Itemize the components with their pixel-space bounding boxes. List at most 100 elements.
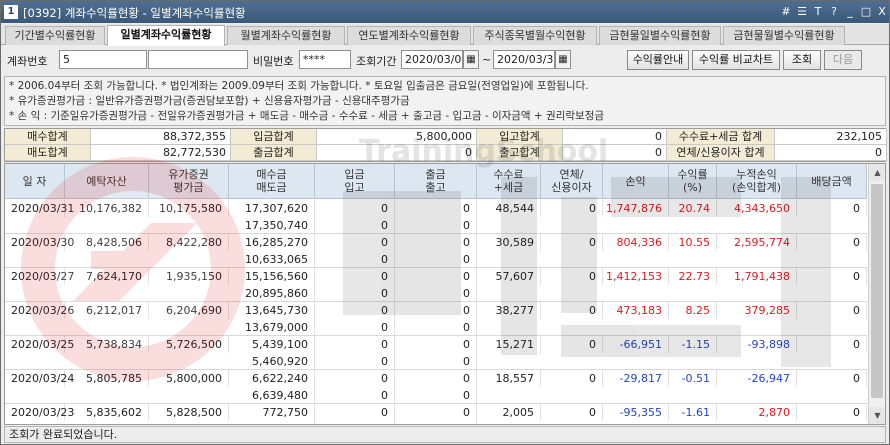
query-button[interactable]: 조회 [783, 50, 821, 70]
tab-period-return[interactable]: 기간별수익률현황 [5, 26, 105, 45]
maximize-icon[interactable]: □ [859, 4, 873, 20]
menu-icon[interactable]: ☰ [795, 4, 809, 20]
cell-sell-amount: 10,633,065 [229, 251, 315, 268]
cell-stock-out: 0 [395, 217, 477, 234]
cell-securities-eval: 1,935,150 [149, 268, 229, 285]
calendar-icon[interactable]: ▦ [463, 50, 479, 69]
tab-daily-account-return[interactable]: 일별계좌수익률현황 [107, 25, 225, 46]
cell-deposit-asset: 5,835,602 [65, 404, 149, 421]
cell-sell-amount: 20,895,860 [229, 285, 315, 302]
col-header-deposit-in[interactable]: 입금 입고 [315, 164, 395, 199]
cell-stock-in: 0 [315, 251, 395, 268]
col-header-return-rate[interactable]: 수익률 (%) [669, 164, 717, 199]
cell-buy-amount: 772,750 [229, 404, 315, 421]
window-title: [0392] 계좌수익률현황 - 일별계좌수익률현황 [23, 6, 246, 20]
cell-stock-out: 0 [395, 251, 477, 268]
text-icon[interactable]: T [811, 4, 825, 20]
note-line: * 손 익 : 기준일유가증권평가금 - 전일유가증권평가금 + 매도금 - 매… [9, 110, 605, 122]
cell-buy-amount: 13,645,730 [229, 302, 315, 319]
cell-overdue-interest: 0 [541, 336, 603, 353]
scroll-up-icon[interactable]: ▲ [869, 164, 885, 181]
date-from-field[interactable]: 2020/03/01 [401, 50, 463, 69]
cell-return-rate: -1.61 [669, 404, 717, 421]
col-header-date[interactable]: 일 자 [5, 164, 65, 199]
col-header-overdue-interest[interactable]: 연체/ 신용이자 [541, 164, 603, 199]
minimize-icon[interactable]: _ [843, 4, 857, 20]
account-number-field[interactable]: 5 [59, 50, 147, 69]
scroll-thumb[interactable] [871, 184, 883, 398]
hash-icon[interactable]: # [779, 4, 793, 20]
cell-pnl: 804,336 [603, 234, 669, 251]
cell-deposit-asset: 5,738,834 [65, 336, 149, 353]
cell-fee-tax: 2,005 [477, 404, 541, 421]
cell-fee-tax: 15,271 [477, 336, 541, 353]
cell-securities-eval: 5,828,500 [149, 404, 229, 421]
cell-deposit-asset: 10,176,382 [65, 200, 149, 217]
cell-cumulative-pnl: 379,285 [717, 302, 797, 319]
col-header-withdraw-out[interactable]: 출금 출고 [395, 164, 477, 199]
col-header-pnl[interactable]: 손익 [603, 164, 669, 199]
cell-deposit-asset: 6,212,017 [65, 302, 149, 319]
tab-gold-daily-return[interactable]: 금현물일별수익률현황 [599, 26, 721, 45]
calendar-icon[interactable]: ▦ [555, 50, 571, 69]
cell-deposit: 0 [315, 336, 395, 353]
info-notes: * 2006.04부터 조회 가능합니다. * 법인계좌는 2009.09부터 … [4, 76, 886, 126]
cell-stock-out: 0 [395, 285, 477, 302]
sell-total-value: 82,772,530 [91, 145, 231, 161]
cell-stock-out: 0 [395, 319, 477, 336]
cell-cumulative-pnl: -93,898 [717, 336, 797, 353]
col-header-deposit-asset[interactable]: 예탁자산 [65, 164, 149, 199]
withdraw-total-label: 출금합계 [231, 145, 317, 161]
cell-stock-in [315, 421, 395, 424]
account-name-field[interactable] [148, 50, 248, 69]
return-compare-chart-button[interactable]: 수익률 비교차트 [692, 50, 780, 70]
password-field[interactable]: **** [299, 50, 351, 69]
col-header-fee-tax[interactable]: 수수료 +세금 [477, 164, 541, 199]
col-header-securities-eval[interactable]: 유가증권 평가금 [149, 164, 229, 199]
cell-cumulative-pnl: -26,947 [717, 370, 797, 387]
main-window: 1 [0392] 계좌수익률현황 - 일별계좌수익률현황 # ☰ T ? _ □… [0, 0, 890, 445]
tab-monthly-account-return[interactable]: 월별계좌수익률현황 [227, 26, 345, 45]
cell-withdraw: 0 [395, 404, 477, 421]
cell-stock-in: 0 [315, 285, 395, 302]
cell-sell-amount: 13,679,000 [229, 319, 315, 336]
note-line: * 2006.04부터 조회 가능합니다. * 법인계좌는 2009.09부터 … [9, 80, 589, 92]
tab-yearly-account-return[interactable]: 연도별계좌수익률현황 [347, 26, 471, 45]
query-bar: 계좌번호 5 비밀번호 **** 조회기간 2020/03/01 ▦ ~ 202… [1, 47, 889, 73]
daily-return-table[interactable]: 일 자 예탁자산 유가증권 평가금 매수금 매도금 입금 입고 출금 출고 수수… [4, 163, 886, 425]
help-icon[interactable]: ? [827, 4, 841, 20]
interest-total-value: 0 [775, 145, 887, 161]
cell-fee-tax: 48,544 [477, 200, 541, 217]
cell-deposit-asset: 5,805,785 [65, 370, 149, 387]
col-header-cumulative-pnl[interactable]: 누적손익 (손익합계) [717, 164, 797, 199]
cell-return-rate: -0.51 [669, 370, 717, 387]
cell-withdraw: 0 [395, 200, 477, 217]
tab-stock-monthly-return[interactable]: 주식종목별월수익현황 [473, 26, 597, 45]
cell-pnl: 1,412,153 [603, 268, 669, 285]
sell-total-label: 매도합계 [5, 145, 91, 161]
cell-securities-eval: 6,204,690 [149, 302, 229, 319]
cell-cumulative-pnl: 1,791,438 [717, 268, 797, 285]
next-button[interactable]: 다음 [824, 50, 862, 70]
return-guide-button[interactable]: 수익률안내 [627, 50, 689, 70]
cell-deposit: 0 [315, 234, 395, 251]
col-header-dividend[interactable]: 배당금액 [797, 164, 867, 199]
cell-return-rate: -1.15 [669, 336, 717, 353]
cell-fee-tax: 18,557 [477, 370, 541, 387]
tab-gold-monthly-return[interactable]: 금현물월별수익률현황 [723, 26, 845, 45]
scroll-down-icon[interactable]: ▼ [869, 407, 885, 424]
date-to-field[interactable]: 2020/03/31 [493, 50, 555, 69]
cell-dividend: 0 [797, 404, 867, 421]
cell-date: 2020/03/27 [5, 268, 74, 285]
vertical-scrollbar[interactable]: ▲ ▼ [868, 164, 885, 424]
cell-overdue-interest: 0 [541, 302, 603, 319]
cell-return-rate: 8.25 [669, 302, 717, 319]
stock-in-total-value: 0 [563, 129, 667, 145]
cell-overdue-interest: 0 [541, 200, 603, 217]
close-icon[interactable]: X [875, 4, 889, 20]
stock-out-total-label: 출고합계 [477, 145, 563, 161]
col-header-buy-sell[interactable]: 매수금 매도금 [229, 164, 315, 199]
period-label: 조회기간 [356, 55, 397, 68]
cell-fee-tax: 38,277 [477, 302, 541, 319]
account-label: 계좌번호 [7, 55, 48, 68]
